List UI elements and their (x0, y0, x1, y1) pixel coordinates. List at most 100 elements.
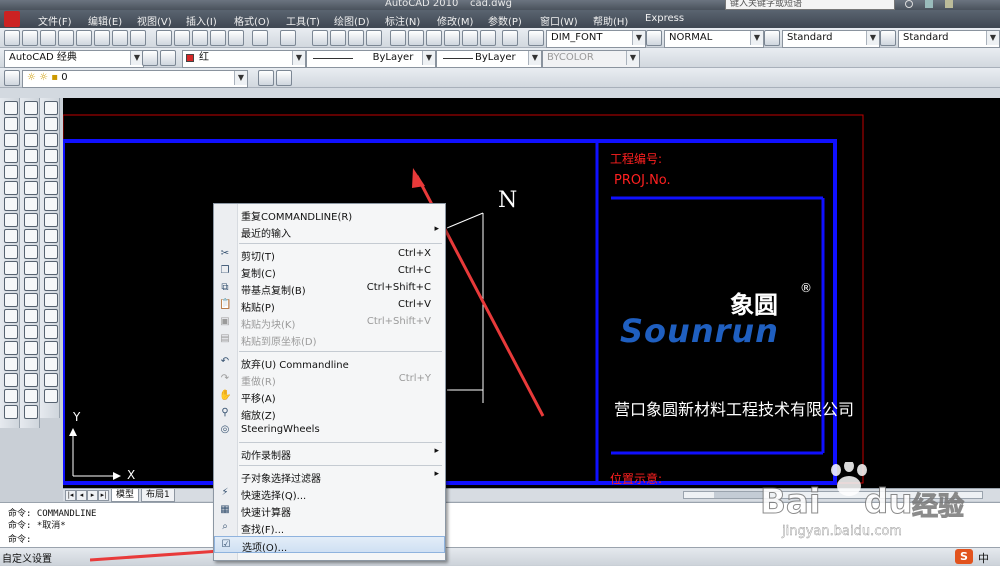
palette-tool-icon[interactable] (44, 213, 58, 227)
copy-icon[interactable] (174, 30, 190, 46)
palette-tool-icon[interactable] (4, 325, 18, 339)
palette-tool-icon[interactable] (44, 277, 58, 291)
palette-tool-icon[interactable] (44, 181, 58, 195)
palette-tool-icon[interactable] (24, 149, 38, 163)
palette-tool-icon[interactable] (44, 389, 58, 403)
palette-tool-icon[interactable] (44, 117, 58, 131)
sheet-set-icon[interactable] (444, 30, 460, 46)
palette-tool-icon[interactable] (44, 261, 58, 275)
tab-first-icon[interactable]: |◂ (65, 490, 76, 501)
palette-tool-icon[interactable] (44, 373, 58, 387)
print-icon[interactable] (58, 30, 74, 46)
context-menu-item[interactable]: ▤ 粘贴到原坐标(D) (214, 331, 445, 348)
palette-tool-icon[interactable] (4, 277, 18, 291)
cut-icon[interactable] (156, 30, 172, 46)
palette-tool-icon[interactable] (4, 389, 18, 403)
ime-mode[interactable]: 中 (978, 550, 989, 566)
pan-icon[interactable] (312, 30, 328, 46)
palette-tool-icon[interactable] (4, 309, 18, 323)
palette-tool-icon[interactable] (44, 309, 58, 323)
paste-icon[interactable] (192, 30, 208, 46)
context-menu-item[interactable]: ✂ 剪切(T) Ctrl+X (214, 246, 445, 263)
open-icon[interactable] (22, 30, 38, 46)
palette-tool-icon[interactable] (24, 277, 38, 291)
menu-view[interactable]: 视图(V) (137, 13, 172, 28)
palette-tool-icon[interactable] (4, 101, 18, 115)
menu-dimension[interactable]: 标注(N) (385, 13, 420, 28)
context-menu-item[interactable]: 动作录制器 ▸ (214, 445, 445, 462)
layer-manager-icon[interactable] (4, 70, 20, 86)
palette-tool-icon[interactable] (4, 149, 18, 163)
menu-format[interactable]: 格式(O) (234, 13, 270, 28)
palette-tool-icon[interactable] (4, 213, 18, 227)
context-menu-item[interactable]: ⚲ 缩放(Z) (214, 405, 445, 422)
menu-tools[interactable]: 工具(T) (286, 13, 320, 28)
mleader-style-select[interactable]: Standard ▼ (898, 30, 1000, 48)
context-menu-item[interactable]: 📋 粘贴(P) Ctrl+V (214, 297, 445, 314)
search-icon[interactable] (905, 0, 913, 8)
etransmit-icon[interactable] (130, 30, 146, 46)
markup-icon[interactable] (462, 30, 478, 46)
menu-help[interactable]: 帮助(H) (593, 13, 628, 28)
context-menu-item[interactable]: 子对象选择过滤器 ▸ (214, 468, 445, 485)
palette-tool-icon[interactable] (24, 101, 38, 115)
color-select[interactable]: 红 ▼ (182, 50, 306, 68)
palette-tool-icon[interactable] (24, 261, 38, 275)
linetype-select[interactable]: ByLayer ▼ (306, 50, 436, 68)
tab-next-icon[interactable]: ▸ (87, 490, 98, 501)
table-style-icon[interactable] (764, 30, 780, 46)
palette-tool-icon[interactable] (24, 341, 38, 355)
tool-palettes-icon[interactable] (426, 30, 442, 46)
palette-tool-icon[interactable] (4, 405, 18, 419)
table-style-select[interactable]: Standard ▼ (782, 30, 880, 48)
plotstyle-select[interactable]: BYCOLOR ▼ (542, 50, 640, 68)
save-icon[interactable] (40, 30, 56, 46)
context-menu-item[interactable]: ↶ 放弃(U) Commandline (214, 354, 445, 371)
context-menu-item[interactable]: ☑ 选项(O)... (214, 536, 445, 554)
palette-tool-icon[interactable] (24, 165, 38, 179)
design-center-icon[interactable] (408, 30, 424, 46)
palette-tool-icon[interactable] (24, 293, 38, 307)
context-menu-item[interactable]: ⌕ 查找(F)... (214, 519, 445, 536)
menu-express[interactable]: Express (645, 13, 684, 24)
palette-tool-icon[interactable] (4, 197, 18, 211)
palette-tool-icon[interactable] (44, 341, 58, 355)
palette-tool-icon[interactable] (4, 117, 18, 131)
properties-icon[interactable] (390, 30, 406, 46)
palette-tool-icon[interactable] (24, 181, 38, 195)
palette-tool-icon[interactable] (44, 149, 58, 163)
palette-tool-icon[interactable] (44, 357, 58, 371)
context-menu-item[interactable]: ❐ 复制(C) Ctrl+C (214, 263, 445, 280)
palette-tool-icon[interactable] (4, 293, 18, 307)
palette-tool-icon[interactable] (44, 165, 58, 179)
palette-tool-icon[interactable] (4, 181, 18, 195)
context-menu-item[interactable]: ⚡ 快速选择(Q)... (214, 485, 445, 502)
palette-tool-icon[interactable] (4, 165, 18, 179)
menu-edit[interactable]: 编辑(E) (88, 13, 122, 28)
sogou-ime-icon[interactable]: S (955, 549, 973, 564)
context-menu-item[interactable]: ◎ SteeringWheels (214, 422, 445, 439)
block-editor-icon[interactable] (228, 30, 244, 46)
command-prompt[interactable]: 命令: (8, 532, 31, 545)
palette-tool-icon[interactable] (44, 229, 58, 243)
palette-tool-icon[interactable] (24, 117, 38, 131)
subscription-icon[interactable] (925, 0, 933, 8)
menu-window[interactable]: 窗口(W) (540, 13, 578, 28)
context-menu-item[interactable]: 重复COMMANDLINE(R) (214, 206, 445, 223)
lineweight-select[interactable]: ByLayer ▼ (436, 50, 542, 68)
palette-tool-icon[interactable] (24, 197, 38, 211)
tab-layout1[interactable]: 布局1 (141, 489, 175, 502)
palette-tool-icon[interactable] (24, 325, 38, 339)
palette-tool-icon[interactable] (24, 405, 38, 419)
palette-tool-icon[interactable] (44, 101, 58, 115)
calculator-icon[interactable] (480, 30, 496, 46)
preview-icon[interactable] (76, 30, 92, 46)
palette-tool-icon[interactable] (24, 309, 38, 323)
workspace-select[interactable]: AutoCAD 经典 ▼ (4, 50, 144, 68)
palette-tool-icon[interactable] (24, 133, 38, 147)
palette-tool-icon[interactable] (44, 293, 58, 307)
context-menu-item[interactable]: 最近的输入 ▸ (214, 223, 445, 240)
match-prop-icon[interactable] (210, 30, 226, 46)
zoom-realtime-icon[interactable] (330, 30, 346, 46)
layer-select[interactable]: ☼ ☼ ▪ 0 ▼ (22, 70, 248, 88)
